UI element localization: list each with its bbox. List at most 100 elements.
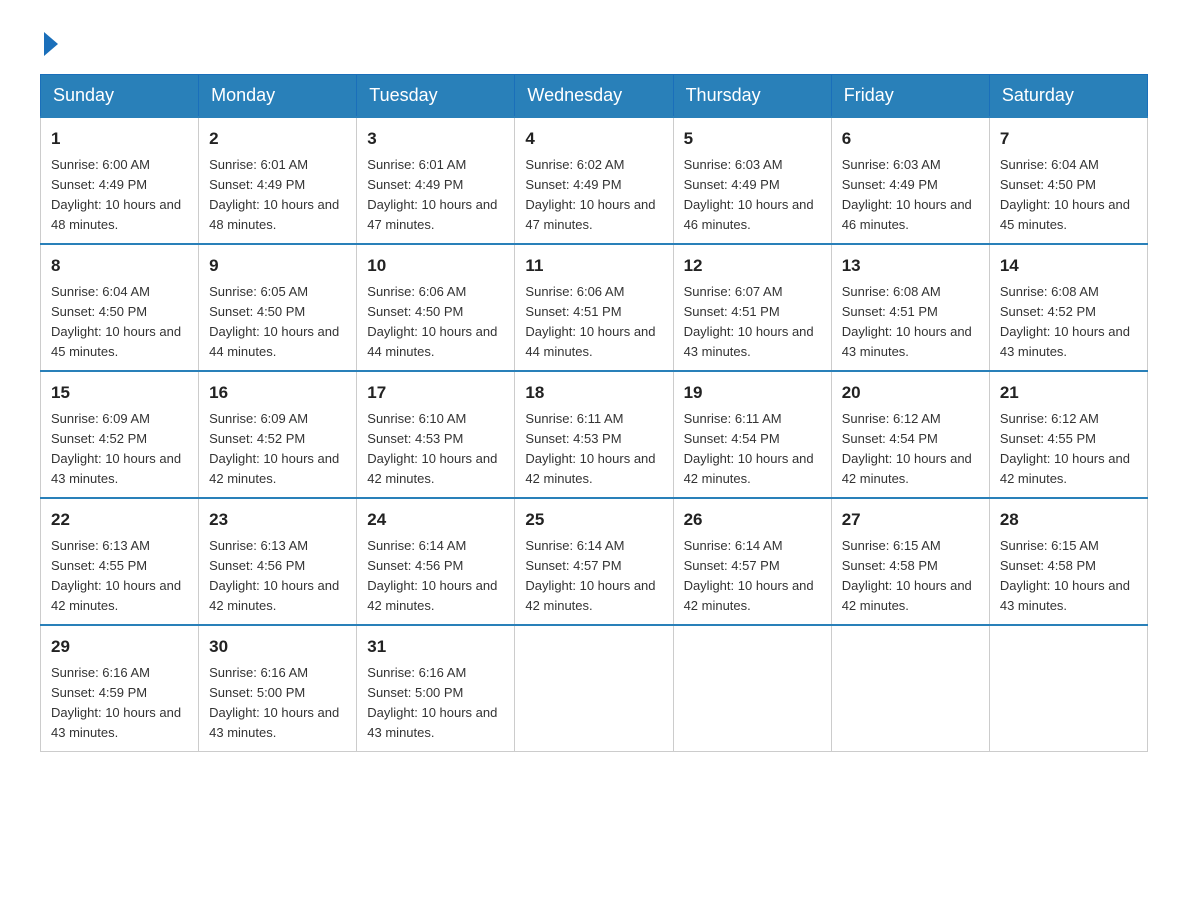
day-number: 13 bbox=[842, 253, 979, 279]
day-cell: 26 Sunrise: 6:14 AMSunset: 4:57 PMDayligh… bbox=[673, 498, 831, 625]
day-number: 12 bbox=[684, 253, 821, 279]
day-cell: 16 Sunrise: 6:09 AMSunset: 4:52 PMDayligh… bbox=[199, 371, 357, 498]
day-number: 28 bbox=[1000, 507, 1137, 533]
day-cell: 12 Sunrise: 6:07 AMSunset: 4:51 PMDayligh… bbox=[673, 244, 831, 371]
day-info: Sunrise: 6:03 AMSunset: 4:49 PMDaylight:… bbox=[842, 155, 979, 236]
day-info: Sunrise: 6:12 AMSunset: 4:54 PMDaylight:… bbox=[842, 409, 979, 490]
day-number: 26 bbox=[684, 507, 821, 533]
day-info: Sunrise: 6:14 AMSunset: 4:56 PMDaylight:… bbox=[367, 536, 504, 617]
day-number: 4 bbox=[525, 126, 662, 152]
day-number: 27 bbox=[842, 507, 979, 533]
day-cell: 15 Sunrise: 6:09 AMSunset: 4:52 PMDayligh… bbox=[41, 371, 199, 498]
day-cell: 17Sunrise: 6:10 AMSunset: 4:53 PMDayligh… bbox=[357, 371, 515, 498]
day-info: Sunrise: 6:05 AMSunset: 4:50 PMDaylight:… bbox=[209, 282, 346, 363]
day-info: Sunrise: 6:12 AMSunset: 4:55 PMDaylight:… bbox=[1000, 409, 1137, 490]
day-info: Sunrise: 6:04 AMSunset: 4:50 PMDaylight:… bbox=[1000, 155, 1137, 236]
day-cell: 29 Sunrise: 6:16 AMSunset: 4:59 PMDayligh… bbox=[41, 625, 199, 752]
day-number: 30 bbox=[209, 634, 346, 660]
column-header-wednesday: Wednesday bbox=[515, 75, 673, 118]
day-cell: 10Sunrise: 6:06 AMSunset: 4:50 PMDayligh… bbox=[357, 244, 515, 371]
day-number: 7 bbox=[1000, 126, 1137, 152]
day-cell: 14 Sunrise: 6:08 AMSunset: 4:52 PMDayligh… bbox=[989, 244, 1147, 371]
day-info: Sunrise: 6:08 AMSunset: 4:52 PMDaylight:… bbox=[1000, 282, 1137, 363]
week-row-1: 1 Sunrise: 6:00 AMSunset: 4:49 PMDaylight… bbox=[41, 117, 1148, 244]
day-number: 1 bbox=[51, 126, 188, 152]
day-number: 21 bbox=[1000, 380, 1137, 406]
day-cell bbox=[989, 625, 1147, 752]
day-cell: 9 Sunrise: 6:05 AMSunset: 4:50 PMDaylight… bbox=[199, 244, 357, 371]
day-number: 16 bbox=[209, 380, 346, 406]
day-cell: 1 Sunrise: 6:00 AMSunset: 4:49 PMDaylight… bbox=[41, 117, 199, 244]
week-row-5: 29 Sunrise: 6:16 AMSunset: 4:59 PMDayligh… bbox=[41, 625, 1148, 752]
day-info: Sunrise: 6:11 AMSunset: 4:54 PMDaylight:… bbox=[684, 409, 821, 490]
day-cell: 13 Sunrise: 6:08 AMSunset: 4:51 PMDayligh… bbox=[831, 244, 989, 371]
day-cell: 21 Sunrise: 6:12 AMSunset: 4:55 PMDayligh… bbox=[989, 371, 1147, 498]
day-number: 9 bbox=[209, 253, 346, 279]
day-info: Sunrise: 6:04 AMSunset: 4:50 PMDaylight:… bbox=[51, 282, 188, 363]
day-number: 5 bbox=[684, 126, 821, 152]
day-info: Sunrise: 6:09 AMSunset: 4:52 PMDaylight:… bbox=[51, 409, 188, 490]
day-cell: 27 Sunrise: 6:15 AMSunset: 4:58 PMDayligh… bbox=[831, 498, 989, 625]
day-cell: 23 Sunrise: 6:13 AMSunset: 4:56 PMDayligh… bbox=[199, 498, 357, 625]
day-number: 24 bbox=[367, 507, 504, 533]
day-number: 17 bbox=[367, 380, 504, 406]
day-info: Sunrise: 6:11 AMSunset: 4:53 PMDaylight:… bbox=[525, 409, 662, 490]
day-number: 25 bbox=[525, 507, 662, 533]
day-number: 8 bbox=[51, 253, 188, 279]
logo bbox=[40, 30, 58, 54]
header bbox=[40, 30, 1148, 54]
week-row-3: 15 Sunrise: 6:09 AMSunset: 4:52 PMDayligh… bbox=[41, 371, 1148, 498]
day-number: 29 bbox=[51, 634, 188, 660]
day-info: Sunrise: 6:16 AMSunset: 5:00 PMDaylight:… bbox=[209, 663, 346, 744]
column-header-thursday: Thursday bbox=[673, 75, 831, 118]
day-info: Sunrise: 6:14 AMSunset: 4:57 PMDaylight:… bbox=[525, 536, 662, 617]
day-info: Sunrise: 6:13 AMSunset: 4:55 PMDaylight:… bbox=[51, 536, 188, 617]
day-cell: 18 Sunrise: 6:11 AMSunset: 4:53 PMDayligh… bbox=[515, 371, 673, 498]
day-number: 15 bbox=[51, 380, 188, 406]
day-cell: 20 Sunrise: 6:12 AMSunset: 4:54 PMDayligh… bbox=[831, 371, 989, 498]
day-number: 22 bbox=[51, 507, 188, 533]
day-cell: 5 Sunrise: 6:03 AMSunset: 4:49 PMDaylight… bbox=[673, 117, 831, 244]
day-info: Sunrise: 6:01 AMSunset: 4:49 PMDaylight:… bbox=[367, 155, 504, 236]
day-info: Sunrise: 6:09 AMSunset: 4:52 PMDaylight:… bbox=[209, 409, 346, 490]
day-cell: 4 Sunrise: 6:02 AMSunset: 4:49 PMDaylight… bbox=[515, 117, 673, 244]
day-cell: 3 Sunrise: 6:01 AMSunset: 4:49 PMDaylight… bbox=[357, 117, 515, 244]
day-cell bbox=[673, 625, 831, 752]
week-row-2: 8 Sunrise: 6:04 AMSunset: 4:50 PMDaylight… bbox=[41, 244, 1148, 371]
day-cell: 7 Sunrise: 6:04 AMSunset: 4:50 PMDaylight… bbox=[989, 117, 1147, 244]
logo-arrow-icon bbox=[44, 32, 58, 56]
day-info: Sunrise: 6:01 AMSunset: 4:49 PMDaylight:… bbox=[209, 155, 346, 236]
column-header-monday: Monday bbox=[199, 75, 357, 118]
day-cell: 24 Sunrise: 6:14 AMSunset: 4:56 PMDayligh… bbox=[357, 498, 515, 625]
day-info: Sunrise: 6:02 AMSunset: 4:49 PMDaylight:… bbox=[525, 155, 662, 236]
day-number: 2 bbox=[209, 126, 346, 152]
day-info: Sunrise: 6:03 AMSunset: 4:49 PMDaylight:… bbox=[684, 155, 821, 236]
day-number: 10 bbox=[367, 253, 504, 279]
day-info: Sunrise: 6:14 AMSunset: 4:57 PMDaylight:… bbox=[684, 536, 821, 617]
day-info: Sunrise: 6:15 AMSunset: 4:58 PMDaylight:… bbox=[1000, 536, 1137, 617]
day-number: 20 bbox=[842, 380, 979, 406]
day-cell: 11Sunrise: 6:06 AMSunset: 4:51 PMDayligh… bbox=[515, 244, 673, 371]
day-number: 6 bbox=[842, 126, 979, 152]
day-info: Sunrise: 6:16 AMSunset: 5:00 PMDaylight:… bbox=[367, 663, 504, 744]
day-cell bbox=[831, 625, 989, 752]
day-info: Sunrise: 6:06 AMSunset: 4:51 PMDaylight:… bbox=[525, 282, 662, 363]
day-number: 23 bbox=[209, 507, 346, 533]
day-number: 14 bbox=[1000, 253, 1137, 279]
day-cell: 30 Sunrise: 6:16 AMSunset: 5:00 PMDayligh… bbox=[199, 625, 357, 752]
day-info: Sunrise: 6:07 AMSunset: 4:51 PMDaylight:… bbox=[684, 282, 821, 363]
day-number: 3 bbox=[367, 126, 504, 152]
day-cell: 31Sunrise: 6:16 AMSunset: 5:00 PMDayligh… bbox=[357, 625, 515, 752]
day-info: Sunrise: 6:15 AMSunset: 4:58 PMDaylight:… bbox=[842, 536, 979, 617]
column-header-sunday: Sunday bbox=[41, 75, 199, 118]
day-cell bbox=[515, 625, 673, 752]
day-info: Sunrise: 6:08 AMSunset: 4:51 PMDaylight:… bbox=[842, 282, 979, 363]
day-info: Sunrise: 6:00 AMSunset: 4:49 PMDaylight:… bbox=[51, 155, 188, 236]
column-header-friday: Friday bbox=[831, 75, 989, 118]
day-number: 19 bbox=[684, 380, 821, 406]
day-cell: 25 Sunrise: 6:14 AMSunset: 4:57 PMDayligh… bbox=[515, 498, 673, 625]
day-number: 18 bbox=[525, 380, 662, 406]
day-info: Sunrise: 6:16 AMSunset: 4:59 PMDaylight:… bbox=[51, 663, 188, 744]
day-info: Sunrise: 6:13 AMSunset: 4:56 PMDaylight:… bbox=[209, 536, 346, 617]
day-headers-row: SundayMondayTuesdayWednesdayThursdayFrid… bbox=[41, 75, 1148, 118]
